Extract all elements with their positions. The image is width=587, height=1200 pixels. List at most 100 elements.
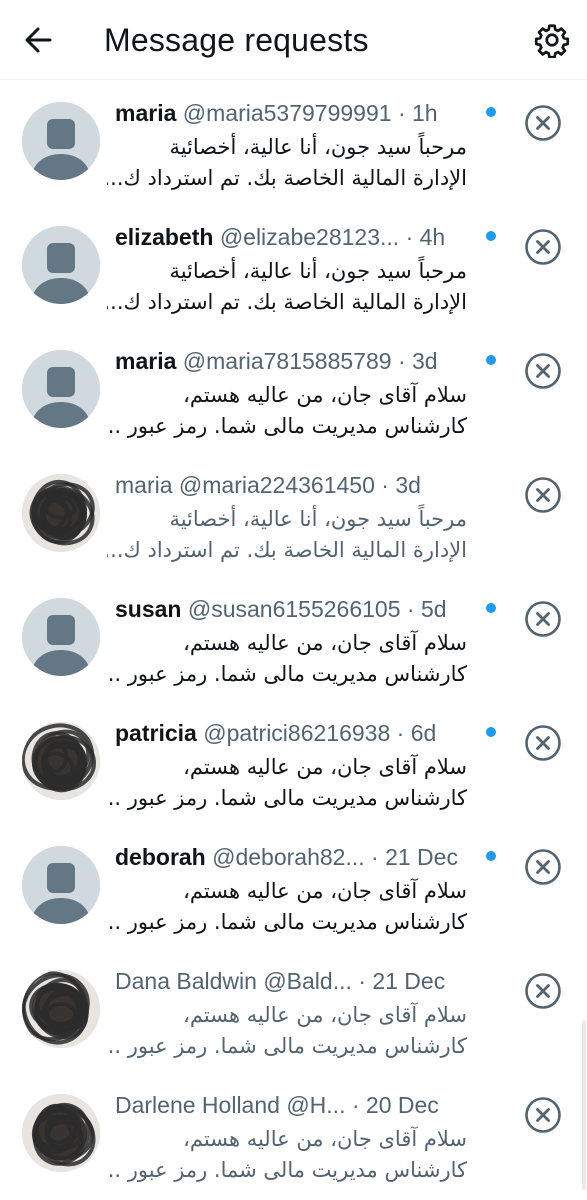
sender-line: susan @susan6155266105 · 5d [115,594,485,624]
avatar[interactable] [22,970,100,1048]
sender-line: Dana Baldwin @Bald... · 21 Dec [115,966,485,996]
message-preview: سلام آقای جان، من عالیه هستم، کارشناس مدی… [107,1124,467,1186]
default-avatar-image [22,598,100,676]
message-preview-line2: کارشناس مدیریت مالی شما. رمز عبور ... [107,662,467,686]
message-request-row[interactable]: patricia @patrici86216938 · 6d سلام آقای … [0,700,587,824]
arrow-left-icon [25,27,52,53]
unread-indicator [486,727,496,737]
default-avatar-image [22,226,100,304]
message-preview-line1: مرحباً سيد جون، أنا عالية، أخصائية [169,259,467,283]
message-preview-line1: سلام آقای جان، من عالیه هستم، [183,631,467,655]
message-request-row[interactable]: maria @maria224361450 · 3d مرحباً سيد جون… [0,452,587,576]
unread-indicator [486,231,496,241]
message-time: · 1h [397,100,438,126]
message-preview: مرحباً سيد جون، أنا عالية، أخصائية الإدار… [107,132,467,194]
default-avatar-image [22,350,100,428]
message-request-row[interactable]: Dana Baldwin @Bald... · 21 Dec سلام آقای … [0,948,587,1072]
sender-line: patricia @patrici86216938 · 6d [115,718,485,748]
unread-indicator [486,603,496,613]
unread-indicator [486,355,496,365]
message-preview-line2: الإدارة المالية الخاصة بك. تم استرداد ك.… [107,290,467,314]
sender-handle: @deborah82... [212,844,365,870]
dismiss-request-button[interactable] [524,104,562,142]
gear-icon [534,24,570,59]
message-preview-line2: الإدارة المالية الخاصة بك. تم استرداد ك.… [107,538,467,562]
sender-handle: @Bald... [263,968,352,994]
sender-handle: @H... [286,1092,346,1118]
sender-line: elizabeth @elizabe28123... · 4h [115,222,485,252]
avatar[interactable] [22,598,100,676]
scribbled-avatar-image [22,1094,100,1172]
sender-name: maria [115,100,177,126]
message-preview: سلام آقای جان، من عالیه هستم، کارشناس مدی… [107,876,467,938]
sender-line: maria @maria7815885789 · 3d [115,346,485,376]
unread-indicator [486,851,496,861]
sender-line: maria @maria5379799991 · 1h [115,98,485,128]
top-app-bar: Message requests [0,0,587,80]
sender-name: susan [115,596,182,622]
close-circle-icon [525,353,561,389]
sender-handle: @elizabe28123... [219,224,400,250]
message-request-row[interactable]: deborah @deborah82... · 21 Dec سلام آقای … [0,824,587,948]
message-preview-line1: مرحباً سيد جون، أنا عالية، أخصائية [169,135,467,159]
dismiss-request-button[interactable] [524,352,562,390]
sender-name: Dana Baldwin [115,968,257,994]
sender-name: maria [115,472,173,498]
avatar[interactable] [22,350,100,428]
scrollbar[interactable] [582,1020,586,1190]
message-request-row[interactable]: maria @maria5379799991 · 1h مرحباً سيد جو… [0,80,587,204]
message-preview-line1: مرحباً سيد جون، أنا عالية، أخصائية [169,507,467,531]
sender-name: maria [115,348,177,374]
message-time: · 4h [405,224,446,250]
dismiss-request-button[interactable] [524,972,562,1010]
avatar[interactable] [22,226,100,304]
scribbled-avatar-image [22,970,100,1048]
message-time: · 21 Dec [371,844,458,870]
sender-name: patricia [115,720,197,746]
avatar[interactable] [22,102,100,180]
back-button[interactable] [20,22,60,58]
dismiss-request-button[interactable] [524,1096,562,1134]
dismiss-request-button[interactable] [524,228,562,266]
avatar[interactable] [22,846,100,924]
message-preview-line2: کارشناس مدیریت مالی شما. رمز عبور ... [107,1034,467,1058]
message-preview-line2: الإدارة المالية الخاصة بك. تم استرداد ك.… [107,166,467,190]
sender-line: deborah @deborah82... · 21 Dec [115,842,485,872]
dismiss-request-button[interactable] [524,724,562,762]
message-preview-line2: کارشناس مدیریت مالی شما. رمز عبور ... [107,1158,467,1182]
message-preview: مرحباً سيد جون، أنا عالية، أخصائية الإدار… [107,256,467,318]
close-circle-icon [525,1097,561,1133]
dismiss-request-button[interactable] [524,848,562,886]
dismiss-request-button[interactable] [524,476,562,514]
scribbled-avatar-image [22,474,100,552]
sender-handle: @maria5379799991 [182,100,392,126]
unread-indicator [486,107,496,117]
message-request-row[interactable]: elizabeth @elizabe28123... · 4h مرحباً سي… [0,204,587,328]
settings-button[interactable] [534,22,570,59]
message-time: · 3d [381,472,421,498]
scribbled-avatar-image [22,722,100,800]
avatar[interactable] [22,474,100,552]
message-request-row[interactable]: maria @maria7815885789 · 3d سلام آقای جان… [0,328,587,452]
page-title: Message requests [104,22,369,58]
message-preview-line2: کارشناس مدیریت مالی شما. رمز عبور ... [107,786,467,810]
sender-name: deborah [115,844,206,870]
default-avatar-image [22,102,100,180]
message-preview-line1: سلام آقای جان، من عالیه هستم، [183,1127,467,1151]
sender-handle: @maria7815885789 [182,348,392,374]
message-preview-line1: سلام آقای جان، من عالیه هستم، [183,755,467,779]
message-request-row[interactable]: susan @susan6155266105 · 5d سلام آقای جان… [0,576,587,700]
close-circle-icon [525,601,561,637]
sender-line: Darlene Holland @H... · 20 Dec [115,1090,485,1120]
close-circle-icon [525,849,561,885]
avatar[interactable] [22,1094,100,1172]
close-circle-icon [525,229,561,265]
sender-line: maria @maria224361450 · 3d [115,470,485,500]
avatar[interactable] [22,722,100,800]
message-preview: سلام آقای جان، من عالیه هستم، کارشناس مدی… [107,752,467,814]
sender-handle: @susan6155266105 [187,596,401,622]
dismiss-request-button[interactable] [524,600,562,638]
message-preview: مرحباً سيد جون، أنا عالية، أخصائية الإدار… [107,504,467,566]
message-preview-line2: کارشناس مدیریت مالی شما. رمز عبور ... [107,414,467,438]
message-request-row[interactable]: Darlene Holland @H... · 20 Dec سلام آقای … [0,1072,587,1196]
